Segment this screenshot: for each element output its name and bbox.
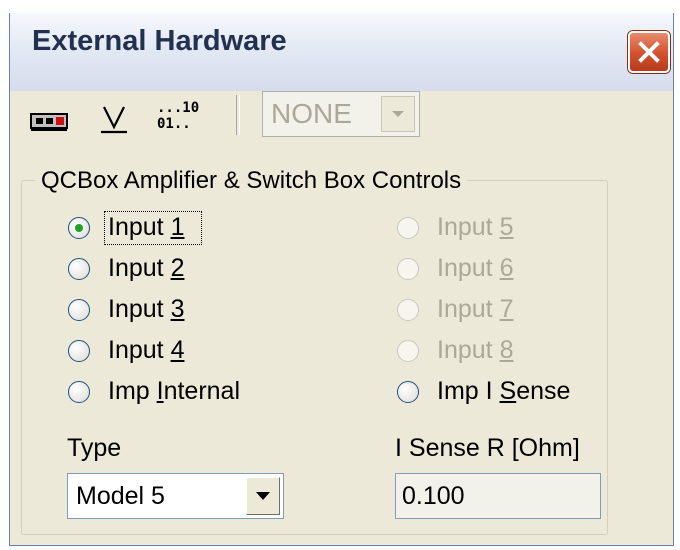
radio-label-accesskey: 4 bbox=[170, 336, 185, 364]
radio-label-accesskey: 6 bbox=[499, 254, 514, 282]
type-select[interactable]: Model 5 bbox=[67, 473, 284, 519]
radio-label-text: Input bbox=[437, 213, 500, 241]
focus-rectangle bbox=[104, 211, 202, 245]
toolbar-separator bbox=[236, 95, 240, 135]
radio-label-text: Imp I bbox=[437, 377, 500, 405]
radio-label-accesskey: 2 bbox=[170, 254, 185, 282]
radio-label: Input 6 bbox=[437, 254, 513, 283]
radio-label-text: Input bbox=[437, 254, 500, 282]
device-select-value: NONE bbox=[271, 98, 352, 129]
digital-bits-icon: ...10 01.. bbox=[157, 100, 207, 136]
group-label: QCBox Amplifier & Switch Box Controls bbox=[35, 167, 468, 195]
radio-label-text-end: nternal bbox=[163, 377, 241, 405]
type-label: Type bbox=[67, 434, 122, 462]
radio-label: Input 7 bbox=[437, 295, 513, 324]
digital-icon-bottom-text: 01.. bbox=[157, 116, 191, 132]
title-bar[interactable]: External Hardware bbox=[10, 13, 673, 91]
isense-value: 0.100 bbox=[402, 482, 465, 510]
window-title: External Hardware bbox=[32, 25, 287, 57]
radio-label: Input 4 bbox=[108, 336, 184, 365]
radio-label: Imp Internal bbox=[108, 377, 240, 406]
toolbar-button-digital[interactable]: ...10 01.. bbox=[157, 100, 207, 140]
toolbar-button-voltage[interactable] bbox=[96, 101, 136, 141]
hardware-box-icon bbox=[30, 113, 68, 131]
chevron-down-icon bbox=[392, 111, 404, 117]
radio-circle[interactable] bbox=[68, 217, 90, 239]
close-icon bbox=[638, 41, 660, 63]
radio-circle bbox=[397, 258, 419, 280]
chevron-down-icon bbox=[256, 492, 270, 500]
isense-field[interactable]: 0.100 bbox=[395, 473, 601, 519]
radio-imp-i-sense[interactable]: Imp I Sense bbox=[397, 377, 617, 411]
radio-circle bbox=[397, 217, 419, 239]
radio-selected-dot bbox=[75, 224, 83, 232]
radio-label-accesskey: S bbox=[499, 377, 517, 405]
voltage-v-icon bbox=[101, 106, 127, 134]
radio-input-8: Input 8 bbox=[397, 336, 617, 370]
radio-label: Input 2 bbox=[108, 254, 184, 283]
external-hardware-window: External Hardware ...10 01.. NONE QCBox … bbox=[9, 13, 674, 546]
digital-icon-top-text: ...10 bbox=[157, 100, 200, 116]
radio-input-3[interactable]: Input 3 bbox=[68, 295, 288, 329]
isense-label: I Sense R [Ohm] bbox=[395, 434, 580, 462]
radio-input-2[interactable]: Input 2 bbox=[68, 254, 288, 288]
radio-circle[interactable] bbox=[68, 340, 90, 362]
radio-circle[interactable] bbox=[397, 381, 419, 403]
radio-label-text: Input bbox=[108, 254, 171, 282]
device-select: NONE bbox=[262, 91, 420, 137]
radio-label: Imp I Sense bbox=[437, 377, 570, 406]
toolbar-button-hardware[interactable] bbox=[28, 103, 72, 143]
radio-label-text: Input bbox=[437, 336, 500, 364]
radio-circle[interactable] bbox=[68, 381, 90, 403]
type-select-value: Model 5 bbox=[76, 482, 165, 510]
radio-label-text: Imp bbox=[108, 377, 157, 405]
radio-label-text: Input bbox=[108, 336, 171, 364]
radio-input-1[interactable]: Input 1 bbox=[68, 211, 288, 247]
radio-label-accesskey: 8 bbox=[499, 336, 514, 364]
radio-label-accesskey: I bbox=[156, 377, 164, 405]
radio-input-6: Input 6 bbox=[397, 254, 617, 288]
radio-circle bbox=[397, 299, 419, 321]
radio-label: Input 5 bbox=[437, 213, 513, 242]
radio-label: Input 8 bbox=[437, 336, 513, 365]
radio-circle bbox=[397, 340, 419, 362]
radio-circle[interactable] bbox=[68, 258, 90, 280]
radio-circle[interactable] bbox=[68, 299, 90, 321]
type-select-dropdown-button[interactable] bbox=[246, 477, 280, 515]
radio-imp-internal[interactable]: Imp Internal bbox=[68, 377, 288, 411]
close-button[interactable] bbox=[628, 31, 670, 73]
device-select-dropdown-button bbox=[381, 96, 415, 132]
radio-input-5: Input 5 bbox=[397, 213, 617, 247]
toolbar: ...10 01.. NONE bbox=[10, 91, 673, 151]
radio-input-7: Input 7 bbox=[397, 295, 617, 329]
radio-label-text-end: ense bbox=[516, 377, 571, 405]
radio-label: Input 3 bbox=[108, 295, 184, 324]
radio-label-text: Input bbox=[108, 295, 171, 323]
radio-input-4[interactable]: Input 4 bbox=[68, 336, 288, 370]
radio-label-text: Input bbox=[437, 295, 500, 323]
radio-label-accesskey: 7 bbox=[499, 295, 514, 323]
radio-label-accesskey: 5 bbox=[499, 213, 514, 241]
radio-label-accesskey: 3 bbox=[170, 295, 185, 323]
